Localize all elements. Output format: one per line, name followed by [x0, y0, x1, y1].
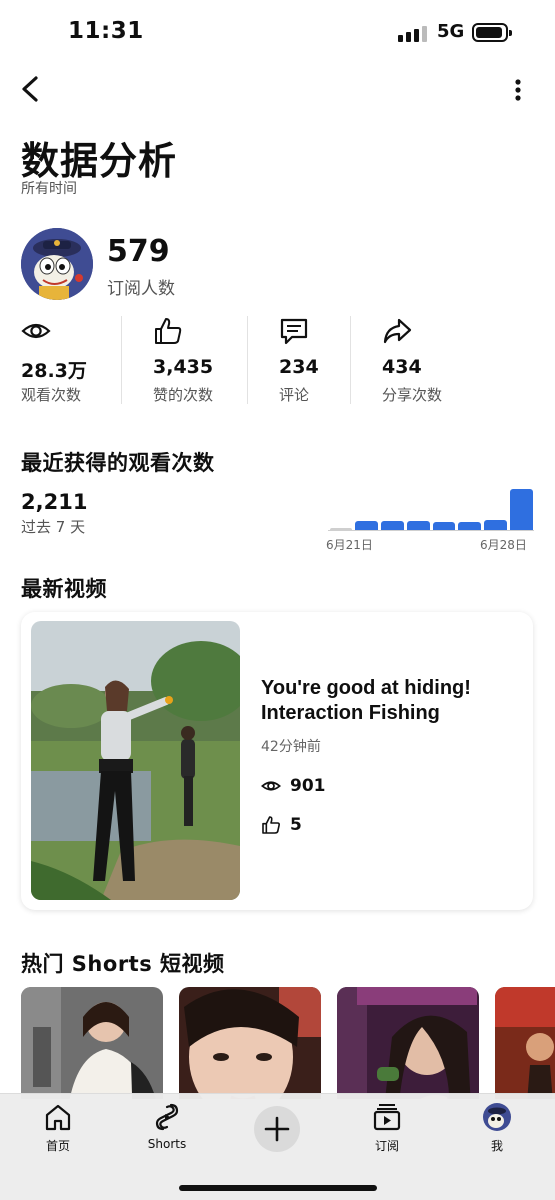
chart-bar	[406, 521, 430, 530]
chevron-left-icon	[22, 76, 38, 102]
video-likes-count: 5	[290, 815, 302, 835]
short-thumbnail[interactable]	[337, 987, 479, 1099]
more-vertical-icon	[515, 79, 521, 101]
avatar-icon	[483, 1103, 511, 1131]
nav-label: Shorts	[147, 1137, 187, 1151]
stat-shares[interactable]: 434 分享次数	[382, 314, 472, 406]
video-time-ago: 42分钟前	[261, 739, 321, 755]
nav-label: 首页	[45, 1139, 70, 1153]
stat-likes[interactable]: 3,435 赞的次数	[153, 314, 243, 406]
popular-shorts-title: 热门 Shorts 短视频	[21, 952, 225, 976]
home-indicator	[179, 1185, 377, 1191]
short-thumbnail-image	[21, 987, 163, 1099]
stat-comments[interactable]: 234 评论	[279, 314, 345, 406]
plus-icon	[264, 1116, 290, 1142]
video-views: 901	[261, 776, 326, 796]
short-thumbnail[interactable]	[179, 987, 321, 1099]
short-thumbnail[interactable]	[495, 987, 555, 1099]
eye-icon	[261, 781, 281, 791]
video-title[interactable]: You're good at hiding! Interaction Fishi…	[261, 676, 521, 726]
date-range-label: 所有时间	[21, 181, 77, 197]
chart-bar	[432, 521, 456, 530]
short-thumbnail-image	[337, 987, 479, 1099]
chart-bar	[484, 520, 507, 530]
channel-avatar[interactable]	[21, 228, 93, 300]
nav-shorts[interactable]: Shorts	[122, 1102, 212, 1152]
short-thumbnail-image	[179, 987, 321, 1099]
more-options-button[interactable]	[504, 74, 532, 106]
short-thumbnail-image	[495, 987, 555, 1099]
chart-bar	[329, 528, 353, 530]
chart-x-label-end: 6月28日	[480, 538, 527, 552]
divider	[247, 316, 248, 404]
stat-value: 28.3万	[21, 360, 87, 382]
stat-value: 434	[382, 356, 422, 378]
subscriber-count: 579	[107, 234, 170, 269]
divider	[350, 316, 351, 404]
video-thumbnail-image	[31, 621, 240, 900]
thumbs-up-icon	[262, 816, 280, 834]
nav-home[interactable]: 首页	[13, 1102, 103, 1153]
divider	[121, 316, 122, 404]
recent-views-period: 过去 7 天	[21, 518, 86, 536]
signal-icon	[398, 26, 427, 42]
status-bar: 11:31 5G	[0, 0, 555, 66]
stat-label: 赞的次数	[153, 386, 214, 404]
subscriber-label: 订阅人数	[107, 279, 175, 299]
video-thumbnail[interactable]	[31, 621, 240, 900]
stat-value: 3,435	[153, 356, 214, 378]
stat-views[interactable]: 28.3万 观看次数	[21, 314, 117, 406]
shorts-row	[21, 987, 555, 1099]
bottom-navigation: 首页 Shorts 订阅 我	[0, 1093, 555, 1200]
recent-views-value: 2,211	[21, 490, 88, 514]
chart-bar	[509, 489, 533, 530]
network-type: 5G	[437, 21, 465, 42]
home-icon	[45, 1104, 71, 1131]
video-views-count: 901	[290, 776, 326, 796]
chart-x-label-start: 6月21日	[326, 538, 373, 552]
chart-baseline	[328, 530, 534, 531]
comment-icon	[280, 318, 308, 345]
stat-label: 评论	[279, 386, 310, 404]
create-button[interactable]	[254, 1106, 300, 1152]
recent-views-title: 最近获得的观看次数	[21, 451, 215, 475]
chart-bar	[458, 521, 481, 530]
nav-label: 订阅	[374, 1139, 399, 1153]
nav-you[interactable]: 我	[452, 1102, 542, 1153]
shorts-icon	[155, 1103, 179, 1131]
nav-subscriptions[interactable]: 订阅	[342, 1102, 432, 1153]
back-button[interactable]	[14, 72, 48, 106]
chart-bar	[381, 521, 404, 530]
latest-video-card[interactable]: You're good at hiding! Interaction Fishi…	[21, 612, 533, 910]
video-likes: 5	[261, 815, 302, 835]
avatar-image	[21, 228, 93, 300]
status-time: 11:31	[68, 18, 144, 44]
share-icon	[383, 318, 412, 344]
stat-label: 观看次数	[21, 386, 82, 404]
eye-icon	[21, 323, 51, 339]
latest-video-title: 最新视频	[21, 577, 107, 601]
subscriptions-icon	[373, 1104, 401, 1131]
recent-views-chart[interactable]: 6月21日 6月28日	[326, 484, 536, 554]
thumbs-up-icon	[155, 318, 182, 344]
nav-label: 我	[490, 1139, 503, 1153]
stat-value: 234	[279, 356, 319, 378]
battery-icon	[472, 23, 512, 42]
page-title: 数据分析	[21, 139, 178, 183]
chart-bar	[355, 521, 378, 530]
stat-label: 分享次数	[382, 386, 443, 404]
stats-row: 28.3万 观看次数 3,435 赞的次数 234 评论 434 分享次数	[0, 314, 555, 406]
short-thumbnail[interactable]	[21, 987, 163, 1099]
